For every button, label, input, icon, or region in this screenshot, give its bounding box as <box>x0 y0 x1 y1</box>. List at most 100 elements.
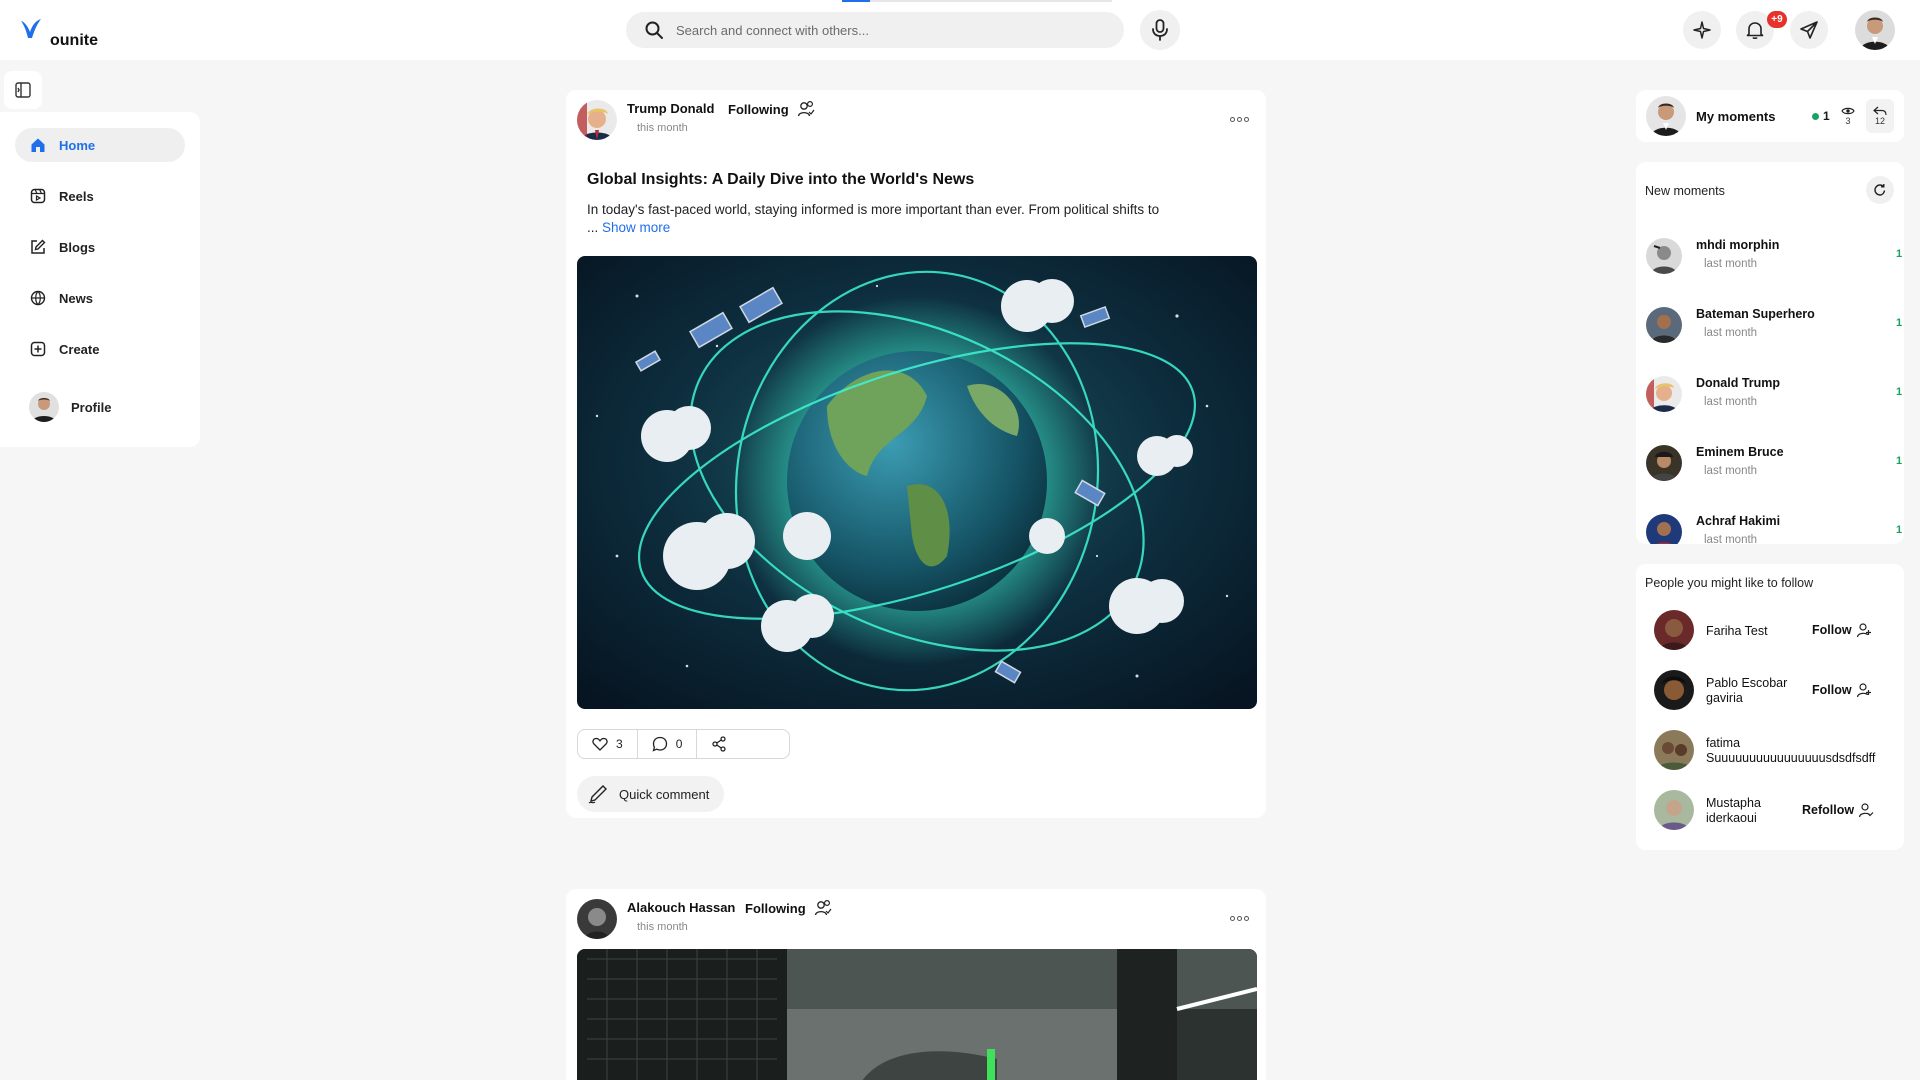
logo-icon[interactable] <box>18 18 44 40</box>
moment-avatar <box>1646 514 1682 544</box>
feed-tab-indicator <box>842 0 1112 2</box>
post-body: In today's fast-paced world, staying inf… <box>587 201 1247 237</box>
sidebar-item-label: Blogs <box>59 239 96 255</box>
replies-count: 12 <box>1874 116 1885 126</box>
new-moments-title: New moments <box>1645 184 1725 198</box>
app-name[interactable]: ounite <box>50 32 98 50</box>
voice-search-button[interactable] <box>1140 10 1180 50</box>
eye-icon <box>1841 106 1855 116</box>
moment-count: 1 <box>1896 248 1903 260</box>
like-button[interactable]: 3 <box>578 730 637 758</box>
my-moments-label: My moments <box>1696 109 1776 124</box>
post-author-name[interactable]: Trump Donald <box>627 101 714 116</box>
news-icon <box>29 289 47 307</box>
sidebar-item-profile[interactable]: Profile <box>15 390 185 424</box>
post-author-avatar[interactable] <box>577 899 617 939</box>
user-avatar[interactable] <box>1855 10 1895 50</box>
add-user-icon <box>1856 682 1872 698</box>
messages-button[interactable] <box>1790 11 1828 49</box>
post-author-avatar[interactable] <box>577 100 617 140</box>
sidebar-item-blogs[interactable]: Blogs <box>15 230 185 264</box>
share-icon <box>711 736 727 752</box>
follow-label: Follow <box>1812 623 1852 637</box>
like-count: 3 <box>616 737 623 751</box>
suggestion-name[interactable]: Pablo Escobar <box>1706 676 1787 691</box>
suggestion-name[interactable]: Fariha Test <box>1706 624 1768 639</box>
post-actions-bar: 3 0 <box>577 729 790 759</box>
search-icon <box>644 20 664 40</box>
home-icon <box>29 136 47 154</box>
reply-icon <box>1873 106 1887 116</box>
suggestion-name-line2: gaviria <box>1706 691 1743 705</box>
reels-icon <box>29 187 47 205</box>
following-users-icon[interactable] <box>797 100 815 118</box>
sidebar-item-label: News <box>59 290 93 306</box>
sidebar-item-label: Reels <box>59 188 94 204</box>
suggestion-name-line2: iderkaoui <box>1706 811 1757 825</box>
search-input[interactable] <box>676 12 1106 48</box>
moment-time: last month <box>1704 327 1758 339</box>
user-check-icon <box>1858 802 1874 818</box>
post-image[interactable] <box>577 949 1257 1080</box>
moment-name: Donald Trump <box>1696 376 1781 390</box>
refresh-button[interactable] <box>1866 176 1894 204</box>
sidebar-item-create[interactable]: Create <box>15 332 185 366</box>
post-image[interactable] <box>577 256 1257 709</box>
suggestion-name[interactable]: Mustapha <box>1706 796 1761 811</box>
post-body-ellipsis: ... <box>587 220 599 235</box>
follow-button[interactable]: Follow <box>1812 682 1872 698</box>
follow-label: Follow <box>1812 683 1852 697</box>
sidebar-item-label: Create <box>59 341 100 357</box>
refollow-label: Refollow <box>1802 803 1855 817</box>
replies-stat: 12 <box>1866 99 1894 133</box>
refresh-icon <box>1873 183 1887 197</box>
explore-button[interactable] <box>1683 11 1721 49</box>
refollow-button[interactable]: Refollow <box>1802 802 1874 818</box>
my-moments-avatar <box>1646 96 1686 136</box>
moment-time: last month <box>1704 465 1758 477</box>
moment-time: last month <box>1704 258 1758 270</box>
sparkle-icon <box>1693 21 1711 39</box>
views-stat: 3 <box>1834 99 1862 133</box>
sidebar-item-home[interactable]: Home <box>15 128 185 162</box>
post-author-name[interactable]: Alakouch Hassan <box>627 900 735 915</box>
moment-count: 1 <box>1896 317 1903 329</box>
quick-comment-button[interactable]: Quick comment <box>577 776 724 812</box>
following-button[interactable]: Following <box>745 901 806 916</box>
moment-count: 1 <box>1896 524 1903 536</box>
show-more-link[interactable]: Show more <box>602 220 670 235</box>
suggestion-name-line2: Suuuuuuuuuuuuuuuusdsdfsdff <box>1706 751 1876 765</box>
add-user-icon <box>1856 622 1872 638</box>
moment-count: 1 <box>1896 455 1903 467</box>
post-options-icon[interactable] <box>1230 916 1249 921</box>
my-moments-count: 1 <box>1823 109 1830 123</box>
status-dot <box>1812 113 1819 120</box>
comment-count: 0 <box>675 737 683 751</box>
views-count: 3 <box>1845 116 1851 126</box>
share-button[interactable] <box>696 730 741 758</box>
suggestion-item: Fariha Test Follow <box>1654 610 1894 654</box>
post-time: this month <box>637 122 688 134</box>
following-users-icon[interactable] <box>814 899 832 917</box>
notification-badge: +9 <box>1767 11 1787 28</box>
sidebar-toggle-button[interactable] <box>4 71 42 109</box>
post-options-icon[interactable] <box>1230 117 1249 122</box>
moment-avatar <box>1646 445 1682 481</box>
sidebar-item-reels[interactable]: Reels <box>15 179 185 213</box>
comment-button[interactable]: 0 <box>636 730 697 758</box>
moment-time: last month <box>1704 534 1758 544</box>
sidebar-collapse-icon <box>15 82 31 98</box>
pen-icon <box>587 783 609 805</box>
moment-name: Achraf Hakimi <box>1696 514 1781 528</box>
following-button[interactable]: Following <box>728 102 789 117</box>
suggestion-avatar[interactable] <box>1654 730 1694 770</box>
suggestion-name[interactable]: fatima <box>1706 736 1740 751</box>
suggestion-avatar[interactable] <box>1654 790 1694 830</box>
sidebar-item-news[interactable]: News <box>15 281 185 315</box>
blogs-icon <box>29 238 47 256</box>
suggestion-avatar[interactable] <box>1654 610 1694 650</box>
suggestion-avatar[interactable] <box>1654 670 1694 710</box>
follow-button[interactable]: Follow <box>1812 622 1872 638</box>
post-title: Global Insights: A Daily Dive into the W… <box>587 171 975 188</box>
post-body-text: In today's fast-paced world, staying inf… <box>587 202 1160 217</box>
